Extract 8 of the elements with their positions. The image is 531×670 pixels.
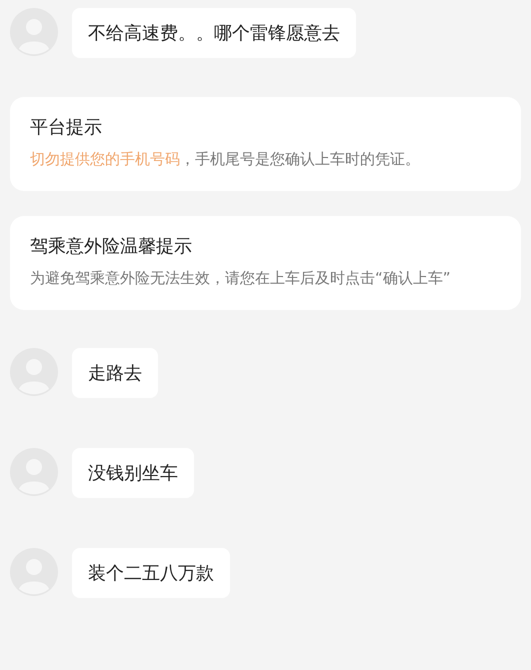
notice-title: 驾乘意外险温馨提示: [30, 235, 193, 258]
message-bubble: 装个二五八万款: [72, 548, 230, 598]
notice-text: 为避免驾乘意外险无法生效，请您在上车后及时点击“确认上车”: [30, 268, 452, 289]
notice-title: 平台提示: [30, 116, 103, 139]
message-bubble: 没钱别坐车: [72, 448, 194, 498]
message-bubble: 走路去: [72, 348, 158, 398]
notice-text: 切勿提供您的手机号码，手机尾号是您确认上车时的凭证。: [30, 149, 421, 170]
message-bubble: 不给高速费。。哪个雷锋愿意去: [72, 8, 356, 58]
